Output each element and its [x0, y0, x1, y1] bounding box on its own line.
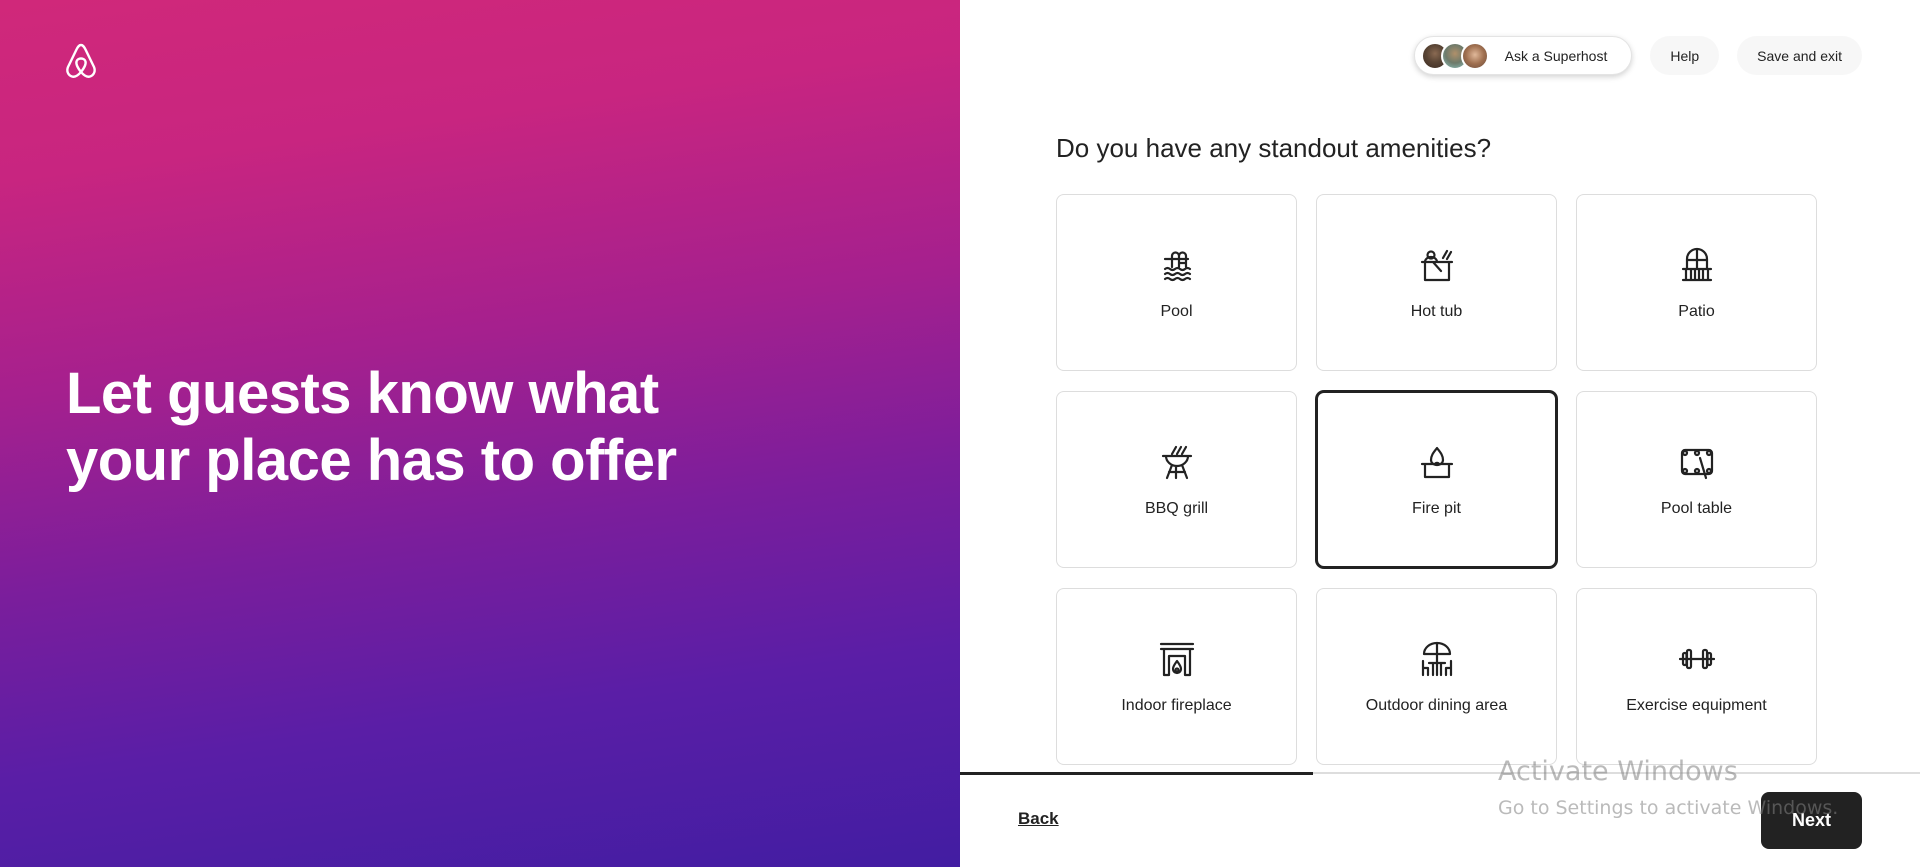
next-button[interactable]: Next — [1761, 792, 1862, 849]
back-button[interactable]: Back — [1018, 809, 1059, 829]
amenity-card-pool[interactable]: Pool — [1056, 194, 1297, 371]
amenity-card-hot-tub[interactable]: Hot tub — [1316, 194, 1557, 371]
amenity-card-exercise-equipment[interactable]: Exercise equipment — [1576, 588, 1817, 765]
fire-pit-icon — [1419, 444, 1455, 480]
hot-tub-icon — [1419, 247, 1455, 283]
superhost-avatars — [1419, 41, 1489, 70]
amenity-label: Hot tub — [1410, 302, 1463, 320]
footer: Back Next — [960, 772, 1920, 867]
amenity-card-fire-pit[interactable]: Fire pit — [1316, 391, 1557, 568]
amenity-card-patio[interactable]: Patio — [1576, 194, 1817, 371]
avatar — [1460, 41, 1489, 70]
amenities-grid: Pool Hot tub Patio BBQ grill Fire pit Po… — [1056, 194, 1817, 765]
help-button[interactable]: Help — [1650, 36, 1720, 75]
amenity-card-indoor-fireplace[interactable]: Indoor fireplace — [1056, 588, 1297, 765]
top-actions: Ask a Superhost Help Save and exit — [1413, 36, 1862, 75]
exercise-equipment-icon — [1678, 641, 1715, 677]
pool-table-icon — [1679, 444, 1715, 480]
hero-panel: Let guests know what your place has to o… — [0, 0, 960, 867]
amenity-card-bbq-grill[interactable]: BBQ grill — [1056, 391, 1297, 568]
amenity-card-pool-table[interactable]: Pool table — [1576, 391, 1817, 568]
amenity-label: BBQ grill — [1144, 499, 1209, 517]
content-panel: Ask a Superhost Help Save and exit Do yo… — [960, 0, 1920, 867]
hero-title: Let guests know what your place has to o… — [66, 361, 677, 493]
patio-icon — [1679, 247, 1715, 283]
progress-track — [960, 772, 1920, 775]
amenity-card-outdoor-dining-area[interactable]: Outdoor dining area — [1316, 588, 1557, 765]
amenity-label: Outdoor dining area — [1365, 696, 1508, 714]
save-and-exit-button[interactable]: Save and exit — [1737, 36, 1862, 75]
outdoor-dining-icon — [1419, 641, 1455, 677]
page-question: Do you have any standout amenities? — [1056, 133, 1492, 163]
ask-superhost-button[interactable]: Ask a Superhost — [1413, 36, 1633, 75]
amenity-label: Exercise equipment — [1626, 696, 1767, 714]
airbnb-logo-icon[interactable] — [64, 42, 98, 80]
bbq-grill-icon — [1159, 444, 1195, 480]
amenity-label: Pool — [1160, 302, 1193, 320]
pool-icon — [1159, 247, 1195, 283]
progress-fill — [960, 772, 1314, 775]
amenity-label: Pool table — [1660, 499, 1733, 517]
amenity-label: Indoor fireplace — [1121, 696, 1232, 714]
amenity-label: Patio — [1678, 302, 1715, 320]
amenity-label: Fire pit — [1412, 499, 1461, 517]
ask-superhost-label: Ask a Superhost — [1504, 47, 1608, 64]
indoor-fireplace-icon — [1159, 641, 1195, 677]
